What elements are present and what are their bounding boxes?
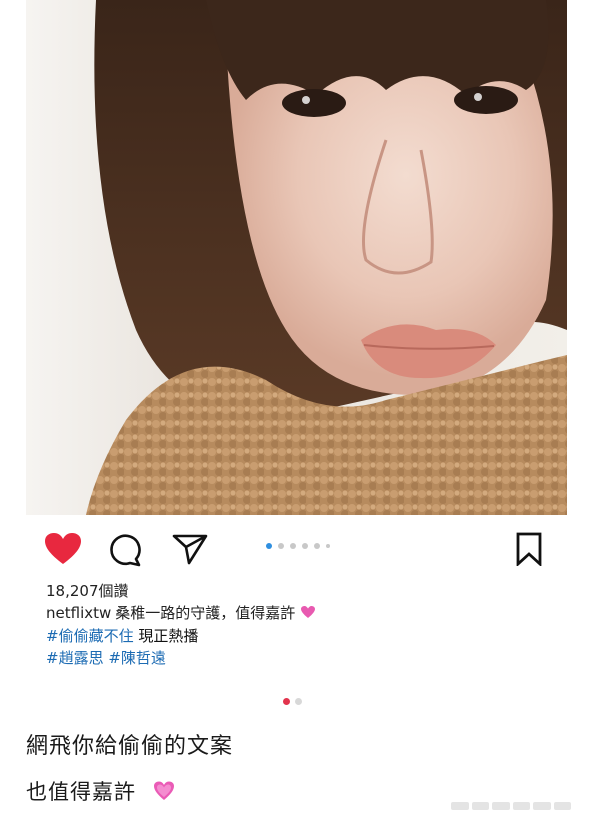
- send-icon[interactable]: [172, 533, 208, 565]
- footer-headline: 網飛你給偷偷的文案: [26, 734, 234, 759]
- post-actions-bar: [0, 515, 591, 581]
- caption-text: 桑稚一路的守護，值得嘉許: [115, 604, 296, 622]
- heart-icon[interactable]: [44, 532, 82, 566]
- page-dot: [295, 698, 302, 705]
- carousel-dot: [302, 543, 308, 549]
- footer-subline-text: 也值得嘉許: [26, 780, 136, 804]
- caption-extra: 現正熱播: [133, 626, 199, 645]
- hashtag-link[interactable]: #陳哲遠: [108, 649, 166, 667]
- username-link[interactable]: netflixtw: [46, 604, 111, 622]
- carousel-dot: [278, 543, 284, 549]
- carousel-dot: [290, 543, 296, 549]
- hashtag-link[interactable]: #偷偷藏不住: [46, 627, 134, 645]
- carousel-dot: [314, 543, 320, 549]
- carousel-indicator: [266, 543, 330, 549]
- caption-line: netflixtw 桑稚一路的守護，值得嘉許: [46, 602, 566, 625]
- bookmark-icon[interactable]: [515, 532, 543, 568]
- portrait-image: [86, 0, 567, 515]
- page-indicator: [283, 698, 302, 705]
- carousel-dot: [326, 544, 330, 548]
- hashtag-line-2: #趙露思 #陳哲遠: [46, 647, 566, 669]
- watermark: [451, 802, 571, 810]
- post-photo: [26, 0, 567, 515]
- page-dot-active: [283, 698, 290, 705]
- sparkling-heart-icon: [300, 603, 316, 625]
- post-meta: 18,207個讚 netflixtw 桑稚一路的守護，值得嘉許 #偷偷藏不住 現正…: [46, 580, 566, 669]
- hashtag-link[interactable]: #趙露思: [46, 649, 104, 667]
- like-count[interactable]: 18,207個讚: [46, 580, 566, 602]
- footer-subline: 也值得嘉許: [26, 776, 176, 807]
- hashtag-line-1: #偷偷藏不住 現正熱播: [46, 625, 566, 647]
- sparkling-heart-icon: [152, 780, 176, 807]
- comment-icon[interactable]: [108, 533, 142, 567]
- carousel-dot-active: [266, 543, 272, 549]
